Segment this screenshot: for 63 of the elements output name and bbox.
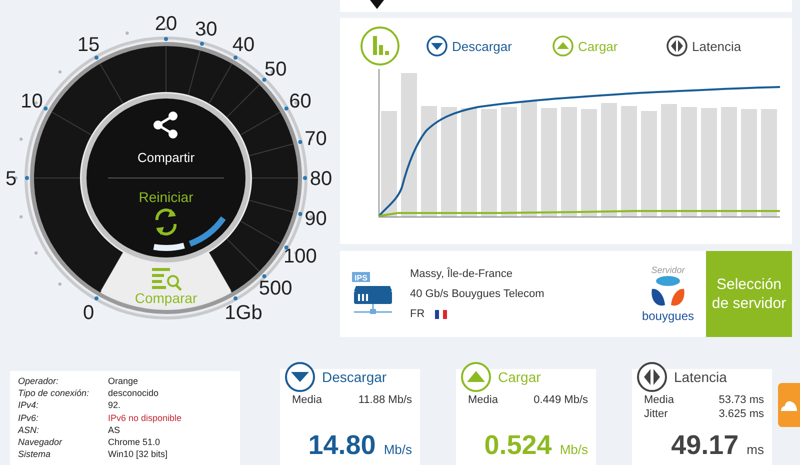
scale-label: 80: [310, 168, 332, 190]
share-icon: [154, 112, 178, 138]
logo-wordmark: bouygues: [642, 309, 694, 323]
scale-label: 15: [77, 34, 100, 56]
info-value: desconocido: [108, 387, 159, 400]
ips-badge-label: IPS: [354, 274, 368, 282]
card-title: Cargar: [498, 369, 541, 385]
france-flag-icon: [434, 310, 447, 318]
list-search-icon: [152, 268, 182, 291]
stat-value: 3.625 ms: [718, 407, 764, 421]
stat-label: Media: [468, 393, 498, 407]
result-value: 0.524: [484, 430, 552, 461]
scale-label: 10: [20, 90, 43, 112]
info-label: IPv6:: [18, 412, 40, 424]
stat-value: 11.88 Mb/s: [358, 393, 412, 407]
server-location: Massy, Île-de-France: [410, 268, 514, 280]
stat-value: 53.73 ms: [718, 393, 764, 407]
info-value: Chrome 51.0: [108, 436, 160, 448]
info-label: Tipo de conexión:: [18, 387, 90, 400]
card-title: Descargar: [322, 369, 387, 385]
info-value: Orange: [108, 375, 138, 388]
share-button[interactable]: Compartir: [137, 112, 195, 165]
info-label: ASN:: [18, 424, 40, 436]
scale-label: 20: [154, 13, 178, 35]
info-value: AS: [108, 424, 120, 436]
info-label: Navegador: [18, 436, 64, 448]
scroll-top-button[interactable]: [778, 383, 800, 427]
info-label: Sistema: [18, 448, 52, 460]
left-right-icon: [666, 35, 688, 57]
server-provider: 40 Gb/s Bouygues Telecom: [410, 288, 546, 300]
scale-label: 30: [195, 18, 218, 40]
legend-toggle[interactable]: Descargar: [426, 35, 526, 57]
server-caption: Servidor: [651, 265, 685, 275]
scale-label: 500: [258, 278, 292, 300]
stat-label: Jitter: [644, 407, 668, 421]
legend-toggle[interactable]: Latencia: [666, 35, 766, 57]
stat-label: Media: [644, 393, 674, 407]
scale-label: 90: [304, 208, 327, 230]
result-unit: Mb/s: [384, 442, 412, 457]
result-value: 49.17: [671, 430, 739, 461]
result-value: 14.80: [308, 430, 376, 461]
refresh-icon: [155, 208, 177, 236]
card-title: Latencia: [674, 369, 727, 385]
scale-label: 0: [82, 302, 94, 324]
info-label: Operador:: [18, 375, 60, 388]
info-value: Win10 [32 bits]: [108, 448, 168, 460]
bar-chart-icon: [360, 26, 400, 66]
result-unit: Mb/s: [560, 442, 588, 457]
scale-label: 60: [289, 90, 312, 112]
scale-label: 40: [232, 34, 255, 56]
scale-label: 50: [264, 58, 287, 80]
stat-value: 0.449 Mb/s: [534, 393, 588, 407]
result-unit: ms: [746, 442, 764, 457]
scale-label: 5: [5, 168, 17, 190]
info-value: 92.: [108, 399, 121, 412]
scale-label: 100: [284, 246, 317, 268]
restart-button[interactable]: Reiniciar: [138, 189, 194, 236]
stat-label: Media: [292, 393, 322, 407]
map-pin-icon: [370, 0, 384, 9]
scale-label: 70: [304, 128, 327, 150]
country-code: FR: [410, 308, 425, 320]
info-value: IPv6 no disponible: [108, 412, 182, 424]
info-label: IPv4:: [18, 399, 40, 412]
